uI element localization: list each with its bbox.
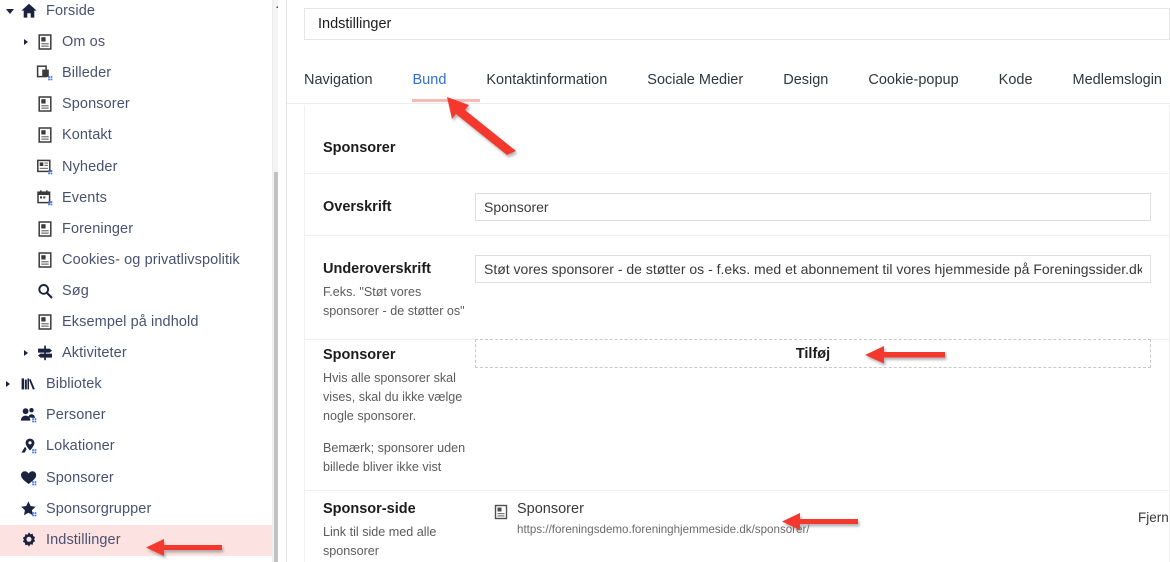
tab-kode[interactable]: Kode <box>999 72 1033 88</box>
underoverskrift-input[interactable] <box>475 255 1151 283</box>
images-icon <box>36 64 54 82</box>
chevron-down-icon[interactable] <box>6 9 14 14</box>
sponsor-side-label: Sponsor-side <box>323 501 416 517</box>
location-icon <box>20 437 38 455</box>
sidebar-item-label: Søg <box>62 282 89 299</box>
sidebar-item-label: Eksempel på indhold <box>62 314 199 330</box>
sponsorer-help-1: Hvis alle sponsorer skal vises, skal du … <box>323 371 463 423</box>
sidebar-item-label: Lokationer <box>46 438 115 455</box>
sidebar-item-foreninger[interactable]: Foreninger <box>0 214 278 245</box>
news-icon <box>36 158 54 176</box>
tab-bund[interactable]: Bund <box>413 72 447 88</box>
sidebar-scrollbar-thumb[interactable] <box>274 172 278 562</box>
tab-sociale-medier[interactable]: Sociale Medier <box>647 72 743 88</box>
sidebar-item-billeder[interactable]: Billeder <box>0 58 278 89</box>
add-sponsor-label: Tilføj <box>795 345 831 362</box>
page-title-bar: Indstillinger <box>304 8 1170 40</box>
sidebar-item-label: Kontakt <box>62 127 112 144</box>
page-icon <box>36 126 54 144</box>
tab-list: Navigation Bund Kontaktinformation Sociale … <box>304 56 1170 104</box>
tab-kontaktinformation[interactable]: Kontaktinformation <box>486 72 607 88</box>
main-content: Indstillinger Navigation Bund Kontaktinfor… <box>287 0 1170 562</box>
signpost-icon <box>36 344 54 362</box>
tab-cookie-popup[interactable]: Cookie-popup <box>868 72 958 88</box>
sidebar-item-label: Aktiviteter <box>62 345 127 362</box>
sidebar-item-label: Personer <box>46 407 106 424</box>
sidebar-item-bibliotek[interactable]: Bibliotek <box>0 369 278 400</box>
sponsor-side-help: Link til side med alle sponsorer <box>323 525 437 558</box>
sponsor-side-remove-link[interactable]: Fjern <box>1138 510 1169 525</box>
page-title: Indstillinger <box>318 16 392 32</box>
sidebar-item-label: Om os <box>62 34 106 51</box>
row-divider <box>305 173 1169 174</box>
people-icon <box>20 406 38 424</box>
sidebar-item-sponsorer[interactable]: Sponsorer <box>0 463 278 494</box>
sponsor-side-link-title[interactable]: Sponsorer <box>517 501 584 517</box>
sidebar-item-forside[interactable]: Forside <box>0 0 278 27</box>
sidebar-item-sponsorgrupper[interactable]: Sponsorgrupper <box>0 494 278 525</box>
page-icon <box>36 220 54 238</box>
page-icon <box>36 251 54 269</box>
underoverskrift-help: F.eks. "Støt vores sponsorer - de støtte… <box>323 285 465 318</box>
sidebar-item-label: Sponsorer <box>46 469 114 486</box>
page-icon <box>493 504 509 520</box>
sponsorer-help-2: Bemærk; sponsorer uden billede bliver ik… <box>323 441 466 474</box>
scroll-up-arrow-icon[interactable] <box>276 3 278 8</box>
settings-panel: Sponsorer Overskrift Underoverskrift F.e… <box>304 105 1170 562</box>
sidebar-scrollbar[interactable] <box>272 0 278 562</box>
sidebar-item-label: Cookies- og privatlivspolitik <box>62 251 240 268</box>
chevron-right-icon[interactable] <box>6 381 10 388</box>
page-icon <box>36 33 54 51</box>
row-divider <box>305 490 1169 491</box>
sidebar-item-label: Sponsorgrupper <box>46 500 152 517</box>
sidebar-item-personer[interactable]: Personer <box>0 400 278 431</box>
sponsor-side-link-url[interactable]: https://foreningsdemo.foreninghjemmeside… <box>517 523 810 536</box>
add-sponsor-button[interactable]: Tilføj <box>475 339 1151 368</box>
sidebar-item-events[interactable]: Events <box>0 183 278 214</box>
search-icon <box>36 282 54 300</box>
sidebar-item-label: Foreninger <box>62 220 134 237</box>
heart-icon <box>20 469 38 487</box>
row-divider <box>305 235 1169 236</box>
tab-bar: Navigation Bund Kontaktinformation Sociale … <box>287 56 1170 104</box>
sidebar-item-kontakt[interactable]: Kontakt <box>0 120 278 151</box>
sidebar-item-sog[interactable]: Søg <box>0 276 278 307</box>
sidebar-item-nyheder[interactable]: Nyheder <box>0 152 278 183</box>
sidebar-item-label: Events <box>62 189 107 206</box>
chevron-right-icon[interactable] <box>24 350 28 357</box>
sidebar-item-label: Indstillinger <box>46 531 121 548</box>
books-icon <box>20 375 38 393</box>
sidebar-item-aktiviteter[interactable]: Aktiviteter <box>0 338 278 369</box>
overskrift-input[interactable] <box>475 193 1151 221</box>
page-icon <box>36 313 54 331</box>
overskrift-label: Overskrift <box>323 199 392 215</box>
sidebar-item-eksempel-pa-indhold[interactable]: Eksempel på indhold <box>0 307 278 338</box>
app-root: Forside Om os Billeder Sponsorer Kontakt Nyhe… <box>0 0 1170 562</box>
sidebar-item-label: Nyheder <box>62 158 118 175</box>
sidebar-item-label: Forside <box>46 3 96 19</box>
calendar-icon <box>36 189 54 207</box>
home-icon <box>20 2 38 20</box>
sidebar-item-indstillinger[interactable]: Indstillinger <box>0 524 278 556</box>
tab-medlemslogin[interactable]: Medlemslogin <box>1073 72 1162 88</box>
sidebar: Forside Om os Billeder Sponsorer Kontakt Nyhe… <box>0 0 278 562</box>
sidebar-item-om-os[interactable]: Om os <box>0 27 278 58</box>
tab-design[interactable]: Design <box>783 72 828 88</box>
sidebar-item-cookies-og-privatlivspolitik[interactable]: Cookies- og privatlivspolitik <box>0 245 278 276</box>
sponsorer-label: Sponsorer <box>323 347 396 363</box>
gear-icon <box>20 531 38 549</box>
sidebar-item-label: Sponsorer <box>62 96 130 113</box>
sidebar-item-lokationer[interactable]: Lokationer <box>0 431 278 462</box>
sidebar-item-label: Billeder <box>62 65 112 82</box>
section-title: Sponsorer <box>323 140 396 156</box>
sidebar-item-label: Bibliotek <box>46 376 102 393</box>
sidebar-item-sponsorer[interactable]: Sponsorer <box>0 89 278 120</box>
star-icon <box>20 500 38 518</box>
chevron-right-icon[interactable] <box>24 39 28 46</box>
tab-navigation[interactable]: Navigation <box>304 72 373 88</box>
page-icon <box>36 95 54 113</box>
underoverskrift-label: Underoverskrift <box>323 261 431 277</box>
